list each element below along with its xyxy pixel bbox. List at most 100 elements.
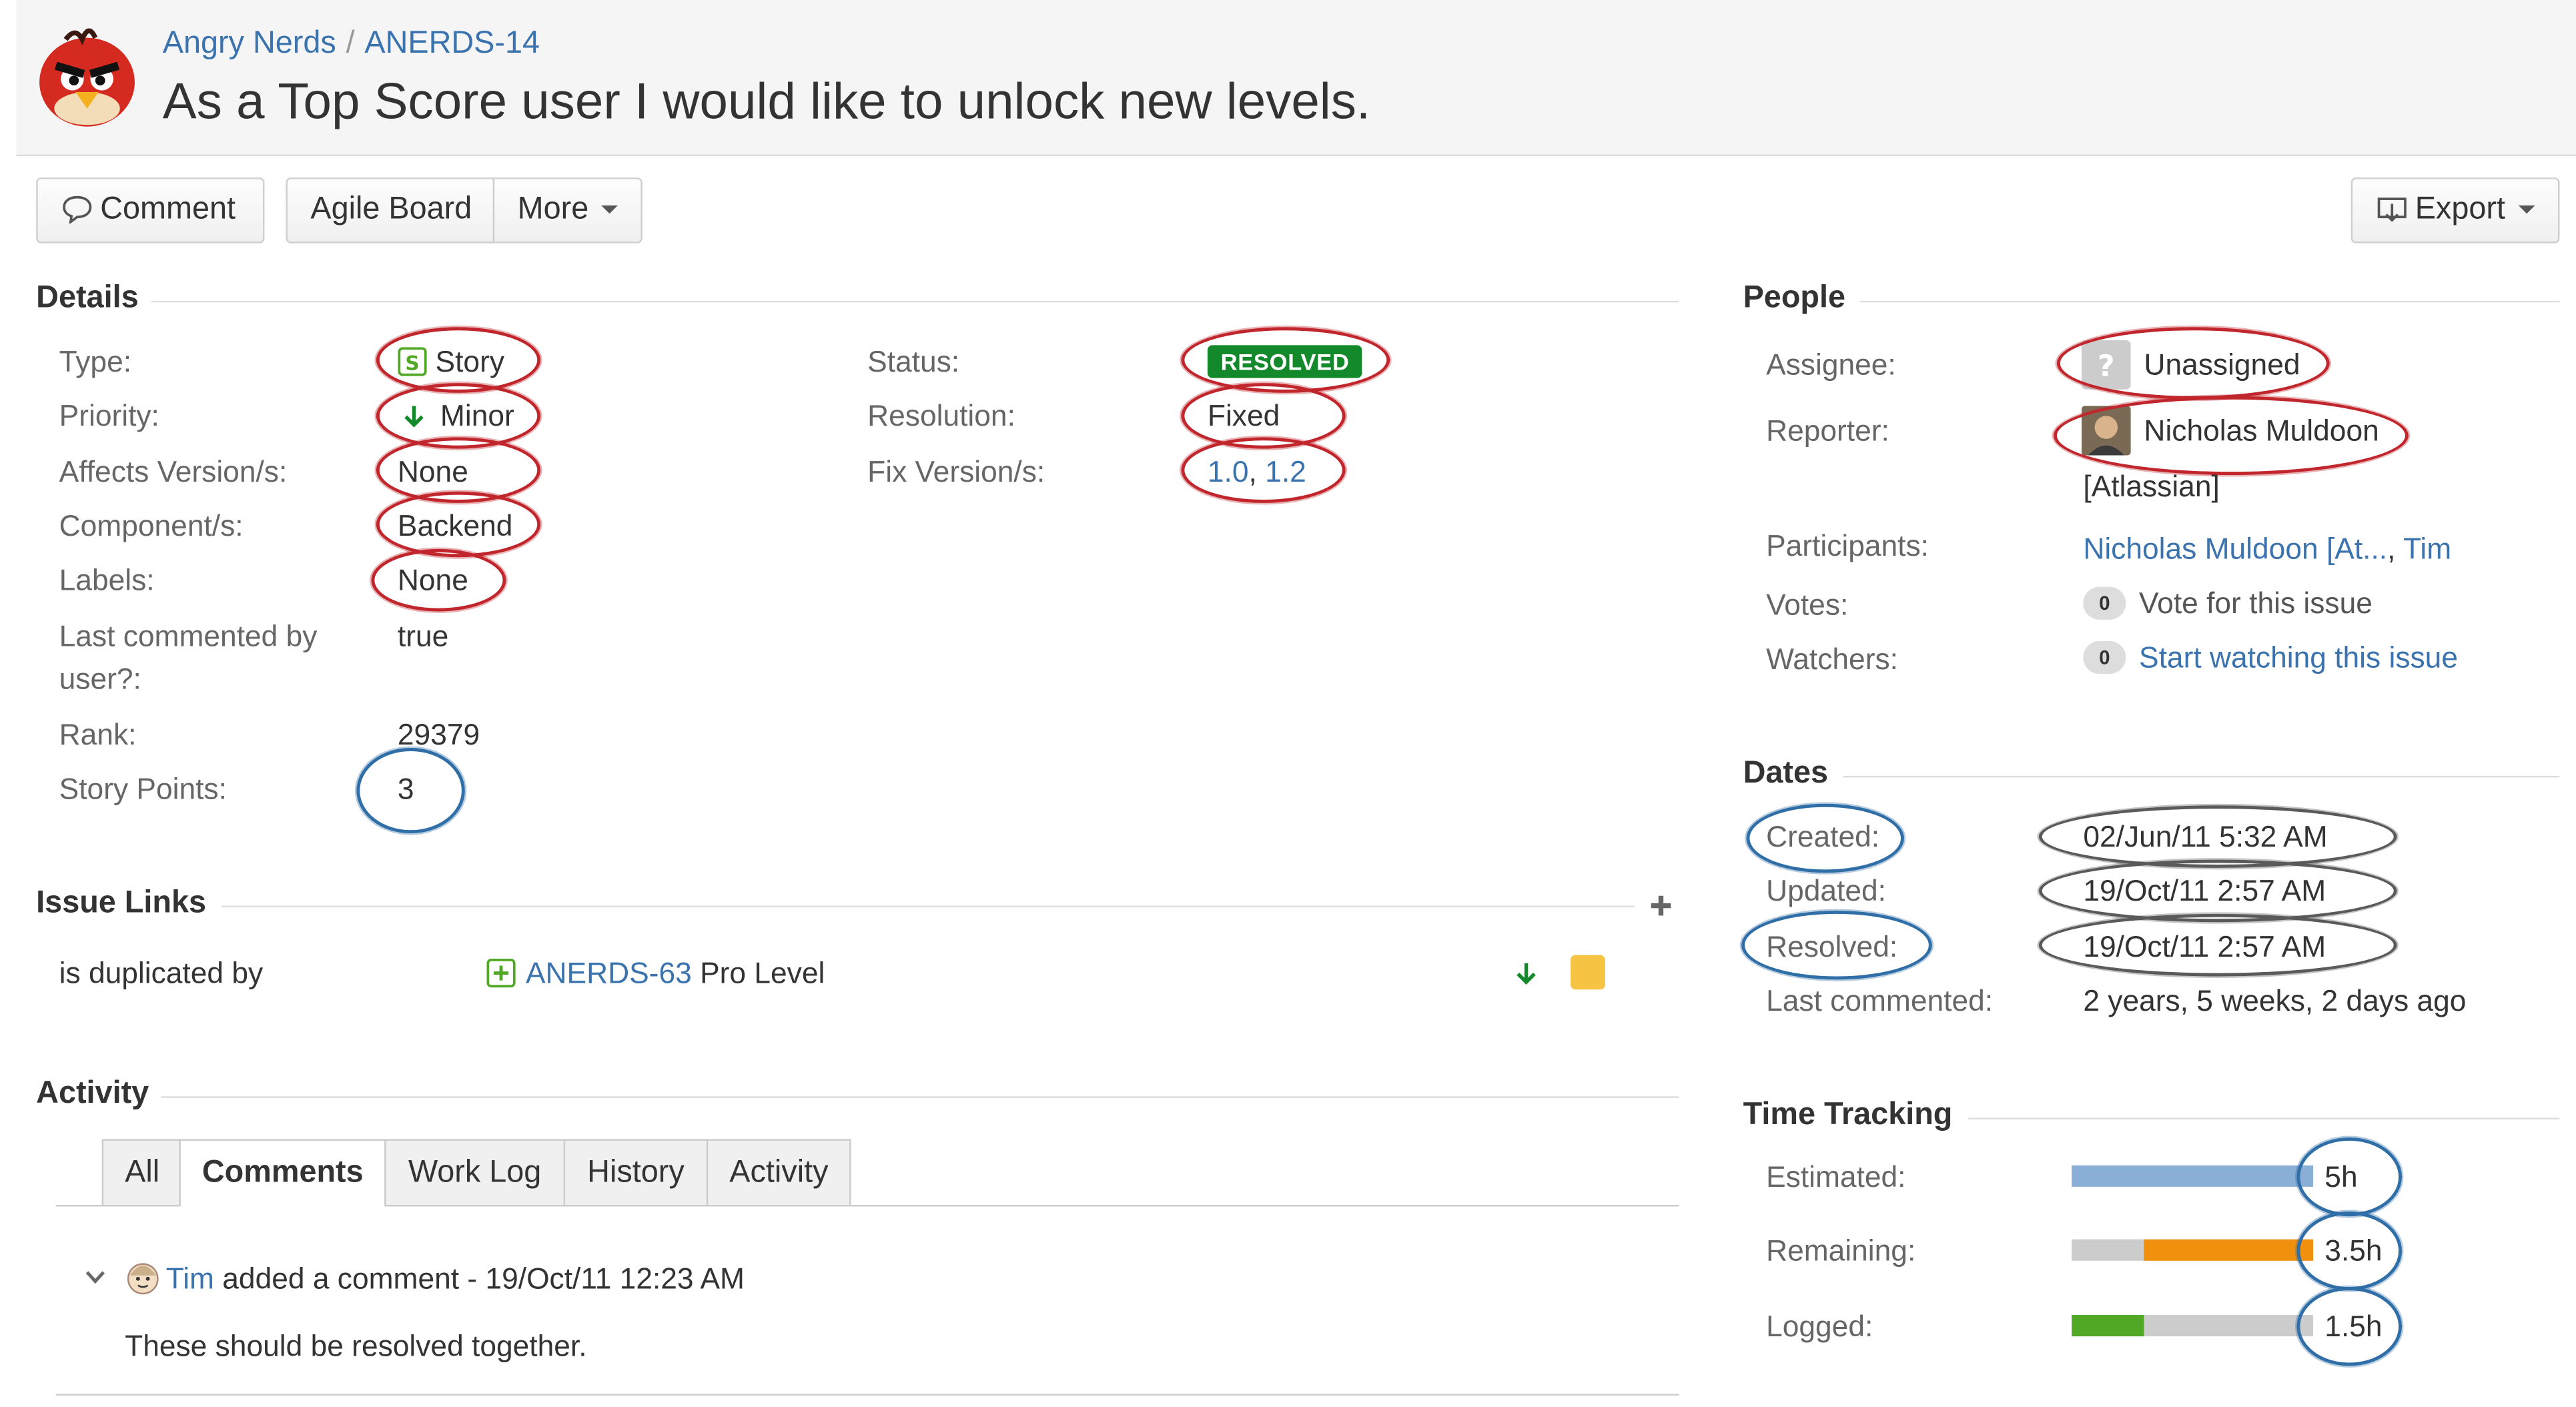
- chevron-down-icon: [2518, 206, 2535, 215]
- minor-priority-icon: [404, 406, 424, 428]
- comment-button[interactable]: Comment: [36, 177, 265, 244]
- reporter-avatar: [2081, 406, 2131, 456]
- reporter-label: Reporter:: [1766, 414, 1889, 448]
- issue-links-heading[interactable]: Issue Links: [36, 886, 206, 922]
- votes-count: 0: [2083, 586, 2126, 620]
- svg-text:?: ?: [2098, 350, 2115, 384]
- breadcrumb-issue-key[interactable]: ANERDS-14: [364, 26, 540, 61]
- affects-version-value: None: [397, 455, 468, 488]
- people-heading[interactable]: People: [1743, 281, 1845, 317]
- fix-version-link[interactable]: 1.2: [1265, 455, 1306, 488]
- comment-meta: added a comment - 19/Oct/11 12:23 AM: [222, 1262, 745, 1296]
- story-points-value: 3: [397, 772, 414, 806]
- remaining-bar-fill: [2144, 1239, 2314, 1261]
- comment-icon: [63, 195, 92, 225]
- watchers-label: Watchers:: [1766, 642, 1898, 676]
- assignee-value[interactable]: Unassigned: [2144, 348, 2300, 383]
- type-value: S Story: [398, 345, 504, 380]
- tab-all[interactable]: All: [101, 1139, 181, 1205]
- breadcrumb-project[interactable]: Angry Nerds: [163, 26, 336, 61]
- activity-divider: [161, 1096, 1679, 1098]
- dates-heading[interactable]: Dates: [1743, 756, 1828, 792]
- fix-version-value: 1.0, 1.2: [1208, 455, 1306, 490]
- tab-comments[interactable]: Comments: [179, 1139, 386, 1207]
- status-color-icon: [1571, 955, 1605, 990]
- created-value: 02/Jun/11 5:32 AM: [2083, 820, 2328, 853]
- dates-divider: [1843, 775, 2560, 778]
- estimated-bar-fill: [2072, 1165, 2314, 1187]
- issue-view: Angry Nerds / ANERDS-14 As a Top Score use…: [0, 0, 2576, 1407]
- minor-priority-icon: [1517, 963, 1536, 985]
- comment-body: These should be resolved together.: [125, 1330, 587, 1363]
- resolution-value: Fixed: [1207, 399, 1280, 432]
- priority-label: Priority:: [59, 399, 159, 432]
- component-link[interactable]: Backend: [398, 510, 513, 544]
- people-divider: [1859, 300, 2560, 303]
- logged-bar-fill: [2072, 1315, 2144, 1337]
- participants-label: Participants:: [1766, 529, 1929, 562]
- labels-label: Labels:: [59, 564, 155, 597]
- type-label: Type:: [59, 345, 132, 378]
- updated-value: 19/Oct/11 2:57 AM: [2083, 874, 2326, 908]
- details-divider: [151, 300, 1679, 303]
- assignee-label: Assignee:: [1766, 348, 1896, 382]
- collapse-icon[interactable]: [84, 1266, 107, 1288]
- breadcrumb-separator: /: [346, 26, 355, 61]
- remaining-bar: [2072, 1239, 2314, 1261]
- export-icon: [2377, 197, 2407, 222]
- estimated-value: 5h: [2324, 1160, 2358, 1194]
- unassigned-avatar: ?: [2081, 340, 2131, 390]
- reporter-value[interactable]: Nicholas Muldoon: [2144, 414, 2379, 449]
- export-button[interactable]: Export: [2350, 177, 2560, 244]
- estimated-bar: [2072, 1165, 2314, 1187]
- tim-avatar[interactable]: [125, 1259, 161, 1295]
- created-label: Created:: [1766, 820, 1880, 853]
- priority-value: Minor: [401, 400, 514, 434]
- details-heading[interactable]: Details: [36, 281, 138, 317]
- export-label: Export: [2415, 192, 2505, 227]
- comment-header: Tim added a comment - 19/Oct/11 12:23 AM: [166, 1262, 745, 1297]
- comment-label: Comment: [100, 192, 236, 227]
- participant-link[interactable]: Nicholas Muldoon [At...: [2083, 532, 2387, 565]
- participants-value: Nicholas Muldoon [At..., Tim: [2083, 532, 2451, 567]
- last-commented-date-label: Last commented:: [1766, 984, 1994, 1018]
- issue-links-divider: [222, 905, 1635, 908]
- comment-author[interactable]: Tim: [166, 1262, 214, 1295]
- angry-bird-avatar[interactable]: [33, 23, 141, 131]
- labels-value: None: [397, 564, 468, 597]
- fix-version-link[interactable]: 1.0: [1208, 455, 1249, 488]
- add-link-icon[interactable]: [1648, 893, 1674, 919]
- tab-history[interactable]: History: [563, 1139, 709, 1205]
- new-feature-icon: [486, 959, 516, 988]
- activity-heading[interactable]: Activity: [36, 1077, 149, 1113]
- status-badge: RESOLVED: [1207, 345, 1363, 378]
- participant-link[interactable]: Tim: [2403, 532, 2451, 565]
- rank-label: Rank:: [59, 718, 137, 751]
- link-relation: is duplicated by: [59, 956, 264, 990]
- watch-link[interactable]: Start watching this issue: [2139, 641, 2458, 674]
- last-commented-date-value: 2 years, 5 weeks, 2 days ago: [2083, 984, 2467, 1018]
- last-commented-label-line1: Last commented by: [59, 619, 318, 653]
- linked-issue-key[interactable]: ANERDS-63: [526, 957, 692, 989]
- tab-work-log[interactable]: Work Log: [384, 1139, 566, 1205]
- time-tracking-heading[interactable]: Time Tracking: [1743, 1098, 1953, 1134]
- more-button[interactable]: More: [492, 177, 642, 244]
- breadcrumb: Angry Nerds / ANERDS-14: [163, 26, 540, 62]
- resolution-label: Resolution:: [867, 399, 1015, 432]
- last-commented-label-line2: user?:: [59, 662, 141, 696]
- story-points-label: Story Points:: [59, 772, 227, 806]
- issue-summary[interactable]: As a Top Score user I would like to unlo…: [163, 72, 1370, 131]
- fix-version-separator: ,: [1248, 455, 1266, 488]
- tab-activity[interactable]: Activity: [706, 1139, 851, 1205]
- type-text: Story: [435, 345, 504, 378]
- reporter-org: [Atlassian]: [2083, 470, 2220, 503]
- linked-issue: ANERDS-63 Pro Level: [486, 957, 825, 991]
- votes-label: Votes:: [1766, 588, 1849, 622]
- vote-link[interactable]: Vote for this issue: [2139, 587, 2373, 620]
- component-label: Component/s:: [59, 509, 244, 543]
- status-label: Status:: [867, 345, 960, 378]
- chevron-down-icon: [601, 206, 618, 215]
- agile-board-label: Agile Board: [310, 192, 472, 227]
- agile-board-button[interactable]: Agile Board: [286, 177, 495, 244]
- svg-text:S: S: [405, 352, 419, 374]
